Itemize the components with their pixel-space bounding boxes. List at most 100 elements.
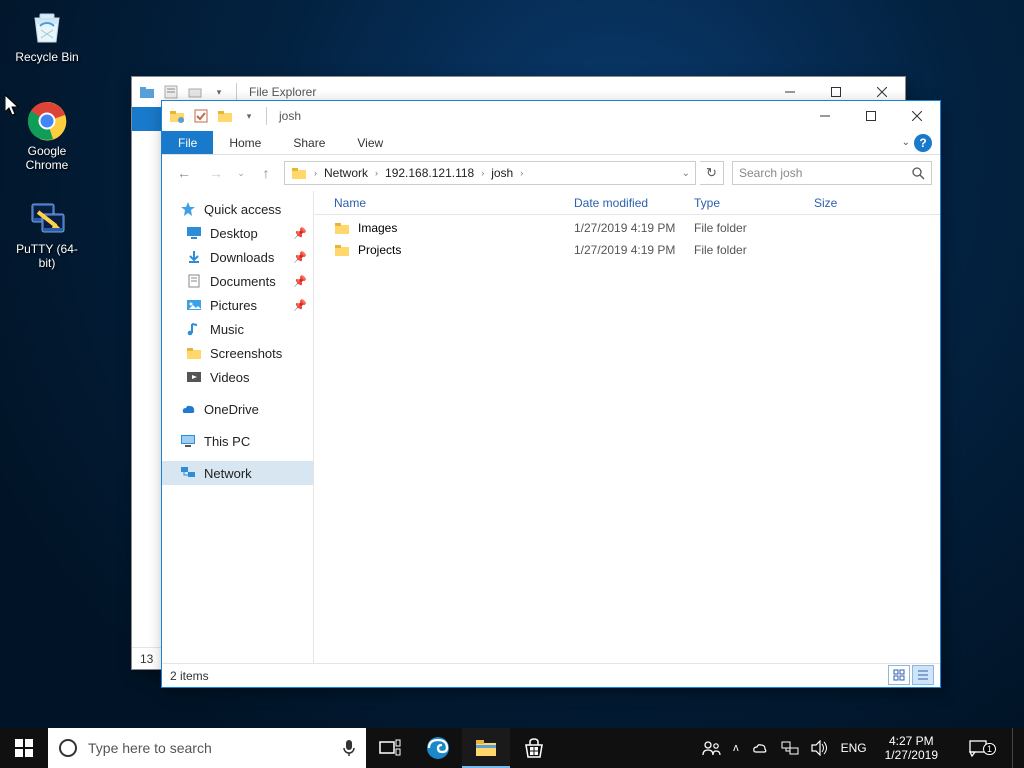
file-name: Images [358,221,397,235]
qat-newfolder-icon[interactable] [214,104,236,128]
folder-icon [291,165,307,181]
taskbar-app-edge[interactable] [414,728,462,768]
close-button[interactable] [894,101,940,131]
ribbon: File Home Share View ⌄ ? [162,131,940,155]
taskbar-app-store[interactable] [510,728,558,768]
window-title: josh [279,109,301,123]
folder-icon [186,345,202,361]
chevron-right-icon[interactable]: › [478,168,487,178]
tray-overflow-icon[interactable]: ʌ [733,742,739,754]
list-item[interactable]: Projects 1/27/2019 4:19 PM File folder [314,239,940,261]
breadcrumb-segment[interactable]: Network [320,166,372,180]
desktop-icon-putty[interactable]: PuTTY (64-bit) [10,198,84,270]
tree-videos[interactable]: Videos [162,365,313,389]
maximize-button[interactable] [848,101,894,131]
folder-icon [334,220,350,236]
tree-quick-access[interactable]: Quick access [162,197,313,221]
nav-back-button[interactable]: ← [170,159,198,187]
chevron-right-icon[interactable]: › [517,168,526,178]
tree-pictures[interactable]: Pictures📌 [162,293,313,317]
tray-network-icon[interactable] [781,741,799,755]
list-item[interactable]: Images 1/27/2019 4:19 PM File folder [314,217,940,239]
start-button[interactable] [0,728,48,768]
tree-label: Desktop [210,226,258,241]
breadcrumb-segment[interactable]: 192.168.121.118 [381,166,478,180]
qat-folder-icon[interactable] [136,80,158,104]
tray-people-icon[interactable] [701,739,721,757]
desktop-icon-google-chrome[interactable]: Google Chrome [10,100,84,172]
col-type[interactable]: Type [694,196,814,210]
view-large-icons-button[interactable] [888,665,910,685]
thispc-icon [180,433,196,449]
desktop-icon-recycle-bin[interactable]: Recycle Bin [10,6,84,64]
taskbar-app-file-explorer[interactable] [462,728,510,768]
taskbar-search[interactable]: Type here to search [48,728,366,768]
refresh-button[interactable]: ↻ [700,161,724,185]
recycle-bin-icon [26,6,68,48]
tree-this-pc[interactable]: This PC [162,429,313,453]
tray-clock[interactable]: 4:27 PM 1/27/2019 [879,734,944,762]
tree-label: Documents [210,274,276,289]
tree-downloads[interactable]: Downloads📌 [162,245,313,269]
chevron-right-icon[interactable]: › [311,168,320,178]
tray-volume-icon[interactable] [811,740,829,756]
qat-folder-icon[interactable] [166,104,188,128]
tree-network[interactable]: Network [162,461,313,485]
statusbar: 2 items [162,663,940,687]
tree-documents[interactable]: Documents 📌 [162,269,313,293]
microphone-icon[interactable] [342,739,356,757]
pictures-icon [186,297,202,313]
show-desktop-button[interactable] [1012,728,1018,768]
tray-onedrive-icon[interactable] [751,741,769,755]
search-box[interactable]: Search josh [732,161,932,185]
file-modified: 1/27/2019 4:19 PM [574,221,694,235]
chrome-icon [26,100,68,142]
window-file-explorer-josh[interactable]: ▾ josh File Home Share View ⌄ ? ← → ⌄ ↑ … [161,100,941,688]
view-details-button[interactable] [912,665,934,685]
minimize-button[interactable] [802,101,848,131]
col-modified[interactable]: Date modified [574,196,694,210]
desktop-icon-label: Google Chrome [10,144,84,172]
pin-icon: 📌 [293,251,307,264]
cortana-icon [58,738,78,758]
chevron-right-icon[interactable]: › [372,168,381,178]
column-headers[interactable]: Name Date modified Type Size [314,191,940,215]
tray-language[interactable]: ENG [841,741,867,755]
address-history-dropdown[interactable]: ⌄ [679,168,693,179]
col-name[interactable]: Name [334,196,574,210]
tab-home[interactable]: Home [213,131,277,154]
onedrive-icon [180,401,196,417]
qat-properties-icon[interactable] [190,104,212,128]
nav-forward-button[interactable]: → [202,159,230,187]
tab-view[interactable]: View [341,131,399,154]
folder-icon [334,242,350,258]
file-name: Projects [358,243,401,257]
titlebar[interactable]: ▾ josh [162,101,940,131]
qat-dropdown-icon[interactable]: ▾ [238,104,260,128]
tree-label: Music [210,322,244,337]
desktop-icon-label: Recycle Bin [10,50,84,64]
tree-music[interactable]: Music [162,317,313,341]
address-bar-row: ← → ⌄ ↑ › Network › 192.168.121.118 › jo… [162,155,940,191]
tab-file[interactable]: File [162,131,213,154]
breadcrumb-segment[interactable]: josh [487,166,517,180]
search-placeholder: Type here to search [88,740,212,756]
help-button[interactable]: ? [914,134,932,152]
task-view-button[interactable] [366,728,414,768]
tree-label: Network [204,466,252,481]
downloads-icon [186,249,202,265]
tab-share[interactable]: Share [277,131,341,154]
col-size[interactable]: Size [814,196,874,210]
ribbon-expand-icon[interactable]: ⌄ [902,137,910,148]
tree-desktop[interactable]: Desktop📌 [162,221,313,245]
notification-badge: 1 [983,743,996,755]
nav-up-button[interactable]: ↑ [252,159,280,187]
tray-date: 1/27/2019 [885,748,938,762]
action-center-button[interactable]: 1 [956,739,1000,757]
tree-screenshots[interactable]: Screenshots [162,341,313,365]
file-list-pane: Name Date modified Type Size Images 1/27… [314,191,940,663]
tree-onedrive[interactable]: OneDrive [162,397,313,421]
address-bar[interactable]: › Network › 192.168.121.118 › josh › ⌄ [284,161,696,185]
nav-recent-dropdown[interactable]: ⌄ [234,159,248,187]
pin-icon: 📌 [293,275,307,288]
